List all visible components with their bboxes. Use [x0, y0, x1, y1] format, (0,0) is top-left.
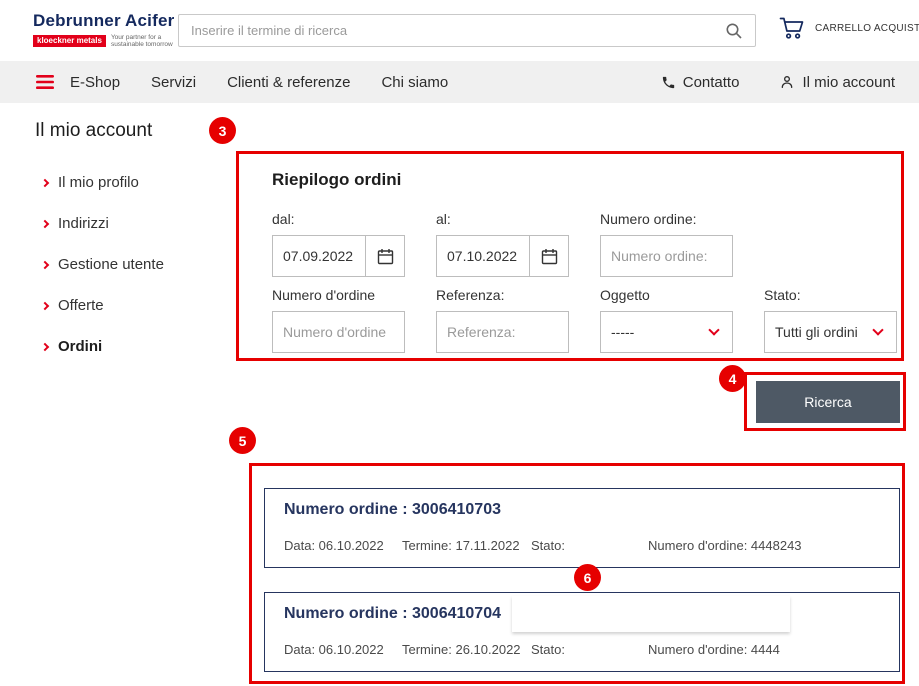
field-numero-ordine: Numero ordine: [600, 211, 733, 277]
calendar-icon[interactable] [365, 236, 404, 276]
order-number-title: Numero ordine : 3006410704 [284, 605, 501, 622]
account-label: Il mio account [802, 73, 895, 91]
referenza-label: Referenza: [436, 287, 505, 303]
dal-label: dal: [272, 211, 295, 227]
contact-label: Contatto [682, 73, 740, 91]
order-data: Data: 06.10.2022 [284, 538, 384, 553]
annotation-badge-5: 5 [229, 427, 256, 454]
order-numero-dordine: Numero d'ordine: 4448243 [648, 538, 802, 553]
sidebar-item-il-mio-profilo[interactable]: Il mio profilo [40, 162, 222, 203]
al-label: al: [436, 211, 451, 227]
sidebar-item-offerte[interactable]: Offerte [40, 285, 222, 326]
chevron-right-icon [40, 342, 50, 351]
field-oggetto: Oggetto ----- [600, 287, 733, 353]
chevron-right-icon [40, 178, 50, 187]
cart-button[interactable]: CARRELLO ACQUISTI [779, 16, 919, 40]
dal-date-input[interactable] [273, 248, 365, 264]
chevron-down-icon [872, 324, 884, 336]
al-input-group [436, 235, 569, 277]
account-link[interactable]: Il mio account [779, 74, 895, 91]
nav-utilities: Contatto Il mio account [661, 74, 895, 91]
nav-item-servizi[interactable]: Servizi [151, 74, 196, 91]
annotation-badge-3: 3 [209, 117, 236, 144]
brand-subrow: kloeckner metals Your partner for a sust… [33, 34, 174, 49]
nav-item-clienti-referenze[interactable]: Clienti & referenze [227, 74, 350, 91]
brand-tagline: Your partner for a sustainable tomorrow [110, 34, 173, 49]
numero-ordine-group [600, 235, 733, 277]
user-icon [779, 74, 795, 90]
annotation-outline-ricerca: Ricerca [744, 372, 906, 431]
main-nav: E-Shop Servizi Clienti & referenze Chi s… [0, 61, 919, 103]
brand-badge: kloeckner metals [33, 35, 106, 48]
nav-item-eshop[interactable]: E-Shop [70, 74, 120, 91]
sidebar-item-label: Gestione utente [58, 256, 164, 273]
search-input[interactable] [179, 23, 713, 38]
stato-value: Tutti gli ordini [775, 324, 858, 340]
oggetto-value: ----- [611, 324, 635, 340]
site-search [178, 14, 756, 47]
stato-label: Stato: [764, 287, 801, 303]
order-number-title: Numero ordine : 3006410703 [284, 501, 501, 518]
sidebar-item-indirizzi[interactable]: Indirizzi [40, 203, 222, 244]
cart-label: CARRELLO ACQUISTI [815, 22, 919, 34]
field-referenza: Referenza: [436, 287, 569, 353]
order-numero-dordine: Numero d'ordine: 4444 [648, 642, 780, 657]
chevron-right-icon [40, 260, 50, 269]
order-filter-panel: Riepilogo ordini dal: al: Numero ordine: [236, 151, 904, 361]
oggetto-label: Oggetto [600, 287, 650, 303]
stato-select[interactable]: Tutti gli ordini [764, 311, 897, 353]
sidebar-item-label: Il mio profilo [58, 174, 139, 191]
header: Debrunner Acifer kloeckner metals Your p… [0, 0, 919, 61]
sidebar-item-ordini[interactable]: Ordini [40, 326, 222, 367]
referenza-input[interactable] [437, 324, 568, 340]
sidebar-item-label: Offerte [58, 297, 104, 314]
numero-dordine-label: Numero d'ordine [272, 287, 376, 303]
al-date-input[interactable] [437, 248, 529, 264]
annotation-badge-4: 4 [719, 365, 746, 392]
oggetto-select[interactable]: ----- [600, 311, 733, 353]
phone-icon [661, 75, 676, 90]
order-termine: Termine: 26.10.2022 [402, 642, 521, 657]
search-icon[interactable] [713, 15, 755, 46]
calendar-icon[interactable] [529, 236, 568, 276]
order-termine: Termine: 17.11.2022 [402, 538, 520, 553]
field-dal: dal: [272, 211, 405, 277]
field-al: al: [436, 211, 569, 277]
contact-link[interactable]: Contatto [661, 73, 740, 91]
annotation-badge-6: 6 [574, 564, 601, 591]
ricerca-button[interactable]: Ricerca [756, 381, 900, 423]
sidebar-item-gestione-utente[interactable]: Gestione utente [40, 244, 222, 285]
order-stato: Stato: [531, 538, 565, 553]
cart-icon [779, 16, 806, 40]
logo[interactable]: Debrunner Acifer kloeckner metals Your p… [33, 11, 174, 49]
numero-ordine-label: Numero ordine: [600, 211, 697, 227]
dal-input-group [272, 235, 405, 277]
numero-dordine-input[interactable] [273, 324, 404, 340]
sidebar-item-label: Ordini [58, 338, 103, 355]
nav-item-chi-siamo[interactable]: Chi siamo [381, 74, 448, 91]
order-data: Data: 06.10.2022 [284, 642, 384, 657]
brand-name: Debrunner Acifer [33, 11, 175, 30]
sidebar: Il mio profilo Indirizzi Gestione utente… [40, 162, 222, 367]
page: Debrunner Acifer kloeckner metals Your p… [0, 0, 919, 686]
panel-title: Riepilogo ordini [272, 170, 402, 189]
white-overlay [512, 596, 790, 632]
page-title: Il mio account [35, 120, 153, 141]
numero-dordine-group [272, 311, 405, 353]
sidebar-item-label: Indirizzi [58, 215, 109, 232]
numero-ordine-input[interactable] [601, 248, 732, 264]
chevron-right-icon [40, 301, 50, 310]
referenza-group [436, 311, 569, 353]
chevron-down-icon [708, 324, 720, 336]
chevron-right-icon [40, 219, 50, 228]
order-stato: Stato: [531, 642, 565, 657]
order-card[interactable]: Numero ordine : 3006410703 Data: 06.10.2… [264, 488, 900, 568]
hamburger-menu-icon[interactable] [36, 75, 54, 89]
field-stato: Stato: Tutti gli ordini [764, 287, 897, 353]
field-numero-dordine: Numero d'ordine [272, 287, 405, 353]
